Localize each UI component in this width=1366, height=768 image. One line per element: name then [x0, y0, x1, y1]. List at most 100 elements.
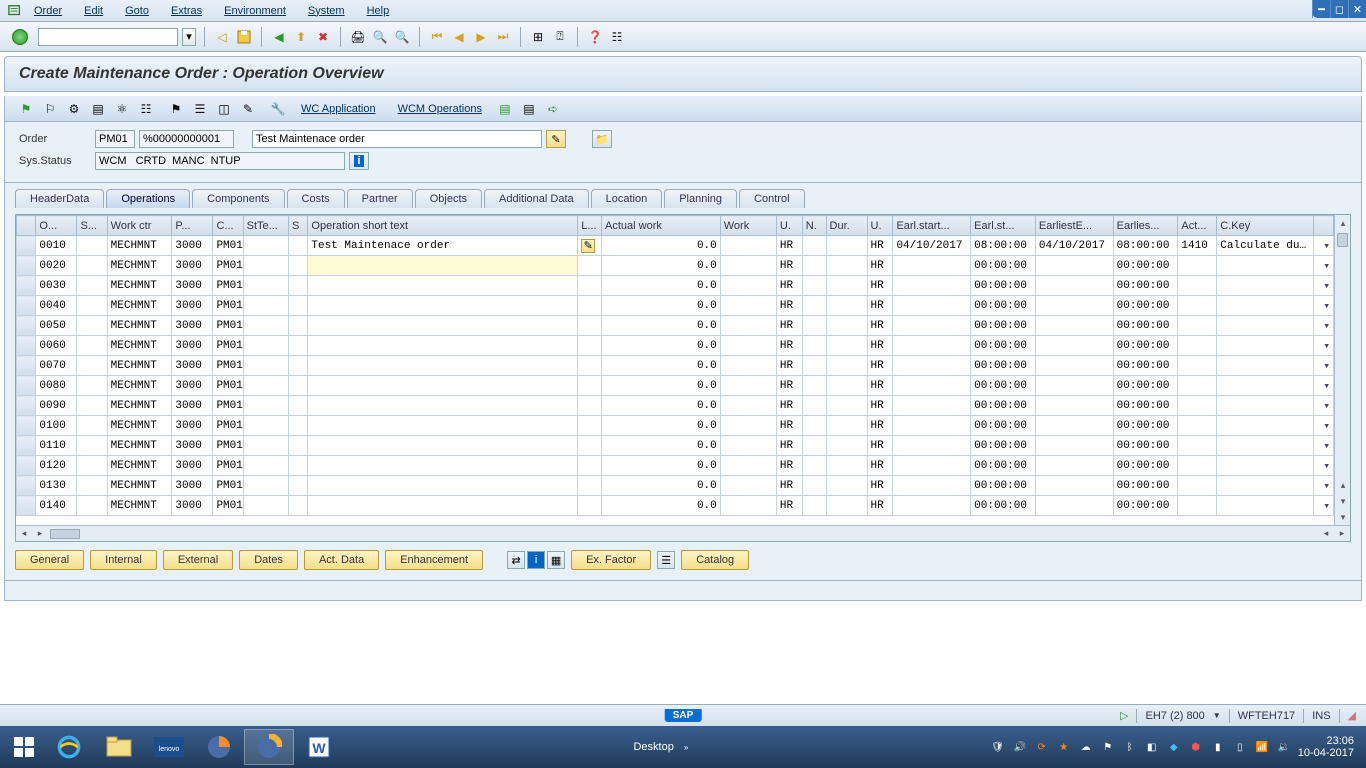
- col-header[interactable]: Dur.: [826, 216, 867, 236]
- grid-cell[interactable]: PM01: [213, 256, 243, 276]
- grid-cell[interactable]: ▾: [1314, 316, 1334, 336]
- grid-cell[interactable]: [243, 276, 288, 296]
- dates-button[interactable]: Dates: [239, 550, 298, 570]
- grid-cell[interactable]: [1217, 356, 1314, 376]
- grid-cell[interactable]: [77, 256, 107, 276]
- grid-cell[interactable]: [826, 316, 867, 336]
- table-row[interactable]: 0030MECHMNT3000PM010.0HRHR00:00:0000:00:…: [17, 276, 1334, 296]
- grid-cell[interactable]: [1178, 316, 1217, 336]
- grid-cell[interactable]: [77, 356, 107, 376]
- grid-cell[interactable]: 3000: [172, 296, 213, 316]
- grid-cell[interactable]: [826, 276, 867, 296]
- play-icon[interactable]: ▷: [1120, 709, 1128, 722]
- grid-cell[interactable]: [1217, 476, 1314, 496]
- grid-cell[interactable]: MECHMNT: [107, 236, 172, 256]
- grid-cell[interactable]: [17, 416, 36, 436]
- next-page-icon[interactable]: ▶: [472, 28, 490, 46]
- grid-cell[interactable]: ▾: [1314, 396, 1334, 416]
- grid-cell[interactable]: [720, 356, 776, 376]
- tray-app3-icon[interactable]: ⬢: [1188, 739, 1204, 755]
- col-header[interactable]: StTe...: [243, 216, 288, 236]
- grid-cell[interactable]: 00:00:00: [1113, 496, 1178, 516]
- col-header[interactable]: Work ctr: [107, 216, 172, 236]
- grid-cell[interactable]: 0.0: [602, 496, 721, 516]
- grid-cell[interactable]: [1178, 456, 1217, 476]
- grid-cell[interactable]: MECHMNT: [107, 456, 172, 476]
- col-header[interactable]: U.: [776, 216, 802, 236]
- grid-cell[interactable]: [288, 496, 307, 516]
- grid-cell[interactable]: [1178, 276, 1217, 296]
- grid-cell[interactable]: [802, 396, 826, 416]
- grid-cell[interactable]: [578, 296, 602, 316]
- grid-cell[interactable]: [308, 276, 578, 296]
- grid-cell[interactable]: 0.0: [602, 376, 721, 396]
- grid-cell[interactable]: [1217, 376, 1314, 396]
- maximize-button[interactable]: ◻: [1330, 0, 1348, 18]
- grid-cell[interactable]: 04/10/2017: [1035, 236, 1113, 256]
- grid-cell[interactable]: 00:00:00: [971, 356, 1036, 376]
- grid-cell[interactable]: 0130: [36, 476, 77, 496]
- grid-cell[interactable]: [308, 296, 578, 316]
- start-button[interactable]: [4, 729, 44, 765]
- grid-cell[interactable]: 0120: [36, 456, 77, 476]
- print-icon[interactable]: 🖨: [349, 28, 367, 46]
- col-header[interactable]: Work: [720, 216, 776, 236]
- grid-cell[interactable]: [578, 336, 602, 356]
- grid-cell[interactable]: [17, 376, 36, 396]
- grid-cell[interactable]: ▾: [1314, 416, 1334, 436]
- grid-cell[interactable]: PM01: [213, 496, 243, 516]
- grid-cell[interactable]: ▾: [1314, 476, 1334, 496]
- grid-cell[interactable]: 3000: [172, 356, 213, 376]
- menu-edit[interactable]: Edit: [84, 5, 103, 17]
- scheduling-icon[interactable]: ⚛: [113, 100, 131, 118]
- grid-cell[interactable]: HR: [776, 256, 802, 276]
- grid-cell[interactable]: [1178, 356, 1217, 376]
- grid-cell[interactable]: [1178, 396, 1217, 416]
- grid-cell[interactable]: 0020: [36, 256, 77, 276]
- grid-cell[interactable]: HR: [867, 276, 893, 296]
- grid-cell[interactable]: [77, 336, 107, 356]
- grid-cell[interactable]: [1035, 356, 1113, 376]
- grid-cell[interactable]: [802, 436, 826, 456]
- grid-cell[interactable]: [720, 276, 776, 296]
- info-icon[interactable]: i: [527, 551, 545, 569]
- grid-cell[interactable]: [826, 236, 867, 256]
- grid-cell[interactable]: 00:00:00: [1113, 416, 1178, 436]
- grid-cell[interactable]: [243, 496, 288, 516]
- grid-cell[interactable]: [77, 376, 107, 396]
- grid-cell[interactable]: PM01: [213, 276, 243, 296]
- grid-cell[interactable]: 3000: [172, 476, 213, 496]
- grid-cell[interactable]: [1035, 456, 1113, 476]
- grid-cell[interactable]: [826, 476, 867, 496]
- grid-cell[interactable]: [243, 456, 288, 476]
- grid-cell[interactable]: [1035, 336, 1113, 356]
- grid-cell[interactable]: HR: [776, 376, 802, 396]
- grid-cell[interactable]: PM01: [213, 356, 243, 376]
- first-page-icon[interactable]: ⏮: [428, 28, 446, 46]
- act-data-button[interactable]: Act. Data: [304, 550, 379, 570]
- grid-cell[interactable]: 3000: [172, 436, 213, 456]
- grid-cell[interactable]: [308, 436, 578, 456]
- grid-cell[interactable]: [720, 416, 776, 436]
- enhancement-button[interactable]: Enhancement: [385, 550, 483, 570]
- grid-cell[interactable]: MECHMNT: [107, 396, 172, 416]
- table-row[interactable]: 0040MECHMNT3000PM010.0HRHR00:00:0000:00:…: [17, 296, 1334, 316]
- grid-cell[interactable]: [802, 476, 826, 496]
- table-row[interactable]: 0090MECHMNT3000PM010.0HRHR00:00:0000:00:…: [17, 396, 1334, 416]
- release-icon[interactable]: ⚐: [41, 100, 59, 118]
- grid-cell[interactable]: [243, 336, 288, 356]
- grid-cell[interactable]: [826, 296, 867, 316]
- back-icon[interactable]: ◁: [213, 28, 231, 46]
- grid-cell[interactable]: 0.0: [602, 416, 721, 436]
- grid-cell[interactable]: 00:00:00: [971, 476, 1036, 496]
- grid-cell[interactable]: [826, 356, 867, 376]
- back-green-icon[interactable]: ◀: [270, 28, 288, 46]
- tray-wifi-icon[interactable]: 📶: [1254, 739, 1270, 755]
- grid-cell[interactable]: MECHMNT: [107, 296, 172, 316]
- grid-cell[interactable]: [1217, 276, 1314, 296]
- grid-cell[interactable]: 0070: [36, 356, 77, 376]
- col-header[interactable]: Earlies...: [1113, 216, 1178, 236]
- resize-grip-icon[interactable]: ◢: [1348, 709, 1356, 722]
- table-row[interactable]: 0120MECHMNT3000PM010.0HRHR00:00:0000:00:…: [17, 456, 1334, 476]
- grid-cell[interactable]: PM01: [213, 476, 243, 496]
